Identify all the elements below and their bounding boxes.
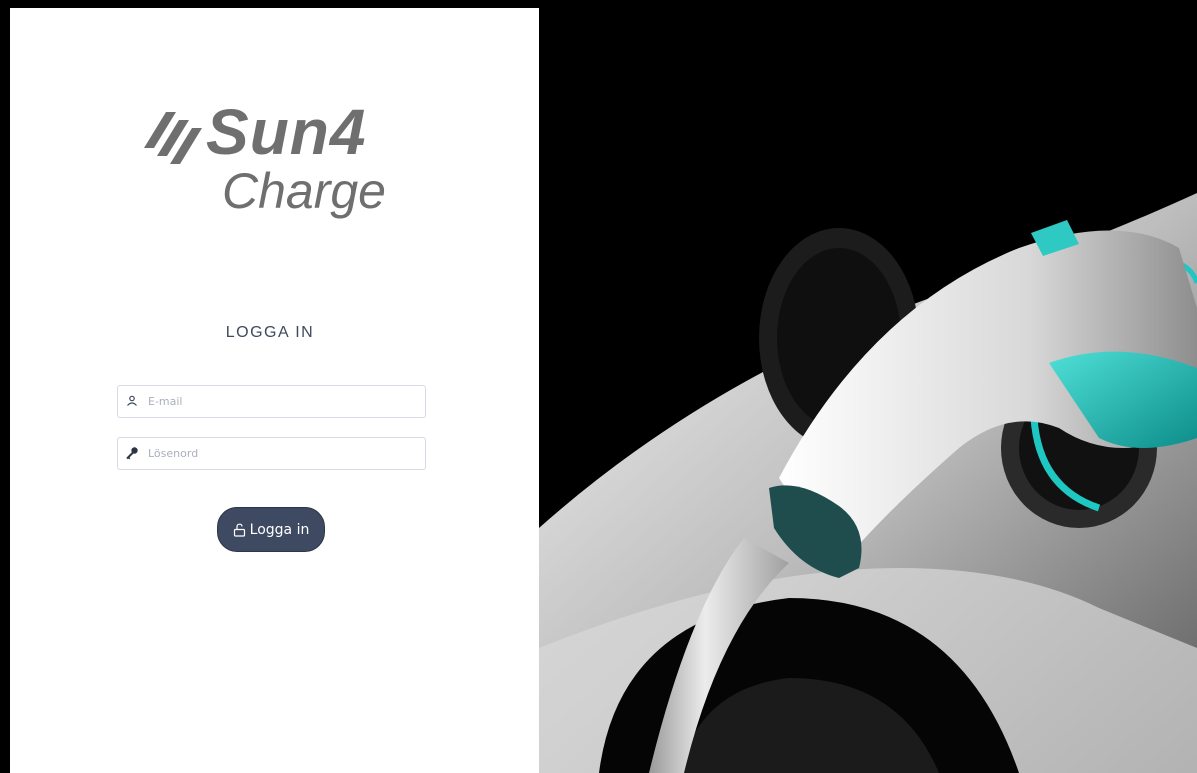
login-panel: Sun4 Charge LOGGA IN Logga in bbox=[10, 8, 539, 773]
app-window: Sun4 Charge LOGGA IN Logga in bbox=[0, 0, 1197, 773]
login-button[interactable]: Logga in bbox=[217, 507, 325, 552]
user-icon bbox=[127, 395, 137, 406]
sun4charge-logo: Sun4 Charge bbox=[142, 100, 402, 230]
password-input[interactable] bbox=[148, 438, 418, 469]
logo-text-bottom: Charge bbox=[222, 163, 386, 219]
password-field[interactable] bbox=[117, 437, 426, 470]
key-icon bbox=[126, 447, 138, 460]
email-field[interactable] bbox=[117, 385, 426, 418]
logo-text-top: Sun4 bbox=[206, 96, 367, 168]
logo-stripes-icon bbox=[144, 112, 202, 164]
unlock-icon bbox=[233, 523, 245, 537]
email-input[interactable] bbox=[148, 386, 418, 417]
ev-charging-illustration bbox=[539, 8, 1197, 773]
login-button-label: Logga in bbox=[249, 521, 310, 538]
ev-charger-image bbox=[539, 8, 1197, 773]
login-title: LOGGA IN bbox=[225, 324, 315, 341]
